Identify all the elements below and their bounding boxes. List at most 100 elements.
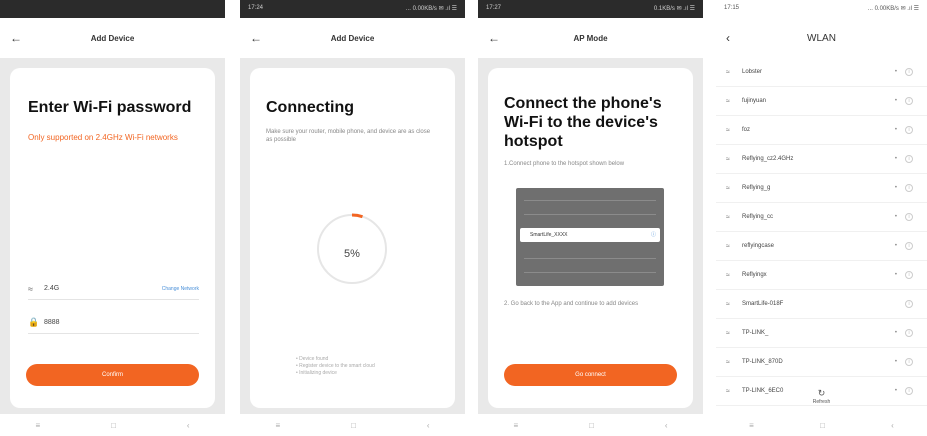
recent-apps-icon[interactable]: ≡ [35, 421, 40, 430]
wifi-signal-icon: ≈ [726, 329, 730, 337]
back-icon[interactable]: ‹ [187, 421, 190, 430]
card: Connecting Make sure your router, mobile… [250, 68, 455, 408]
lock-icon: 🔒 [28, 317, 40, 327]
wifi-network-row[interactable]: ≈ foz • i [716, 116, 927, 145]
info-icon[interactable]: i [905, 358, 913, 366]
home-icon[interactable]: □ [111, 421, 116, 430]
content-area: Enter Wi-Fi password Only supported on 2… [0, 58, 225, 414]
divider [524, 272, 656, 273]
info-icon[interactable]: i [905, 329, 913, 337]
recent-apps-icon[interactable]: ≡ [749, 421, 754, 430]
lock-icon: • [894, 359, 897, 365]
info-icon[interactable]: i [905, 97, 913, 105]
wifi-signal-icon: ≈ [726, 126, 730, 134]
wifi-network-list: ≈ Lobster • i ≈ fujinyuan • i ≈ foz • i ≈ Reflying_cz… [716, 58, 927, 406]
info-icon[interactable]: i [905, 126, 913, 134]
back-arrow-icon[interactable]: ← [488, 31, 500, 45]
wifi-network-row[interactable]: ≈ Lobster • i [716, 58, 927, 87]
home-icon[interactable]: □ [351, 421, 356, 430]
page-title: AP Mode [573, 33, 608, 43]
change-network-link[interactable]: Change Network [162, 286, 199, 292]
phone-screen-wifi-password: ← Add Device Enter Wi-Fi password Only s… [0, 0, 225, 436]
home-icon[interactable]: □ [820, 421, 825, 430]
wifi-signal-icon: ≈ [726, 358, 730, 366]
lock-icon: • [894, 243, 897, 249]
info-icon[interactable]: i [905, 242, 913, 250]
wifi-network-row[interactable]: ≈ fujinyuan • i [716, 87, 927, 116]
wifi-password-value: 8888 [44, 319, 60, 326]
step-item: • Device found [296, 356, 329, 362]
page-title: Add Device [90, 33, 135, 43]
confirm-button[interactable]: Confirm [26, 364, 199, 386]
refresh-button[interactable]: ↻ Refresh [716, 388, 927, 405]
step-two-text: 2. Go back to the App and continue to ad… [504, 301, 639, 307]
content-area: Connect the phone's Wi-Fi to the device'… [478, 58, 703, 414]
app-bar: ← Add Device [240, 18, 465, 58]
info-icon[interactable]: i [905, 213, 913, 221]
lock-icon: • [894, 185, 897, 191]
instruction-text: Make sure your router, mobile phone, and… [266, 129, 431, 143]
wifi-network-name: Reflying_cz2.4GHz [742, 156, 794, 162]
wifi-network-row[interactable]: ≈ Reflying_cz2.4GHz • i [716, 145, 927, 174]
wifi-network-name: Reflying_g [742, 185, 771, 191]
wifi-network-row[interactable]: ≈ Reflyingx • i [716, 261, 927, 290]
wifi-signal-icon: ≈ [726, 300, 730, 308]
heading: Connecting [266, 99, 354, 116]
wifi-network-name: TP-LINK_ [742, 330, 769, 336]
wifi-network-name: TP-LINK_870D [742, 359, 783, 365]
system-nav-bar: ≡ □ ‹ [716, 414, 927, 436]
wifi-network-row[interactable]: ≈ reflyingcase • i [716, 232, 927, 261]
wifi-network-name: Reflyingx [742, 272, 767, 278]
back-arrow-icon[interactable]: ← [10, 31, 22, 45]
wifi-network-row[interactable]: ≈ SmartLife-018F i [716, 290, 927, 319]
back-icon[interactable]: ‹ [427, 421, 430, 430]
wifi-network-field[interactable]: ≈ 2.4G Change Network [28, 278, 199, 300]
wifi-signal-icon: ≈ [726, 213, 730, 221]
info-icon[interactable]: i [905, 184, 913, 192]
back-icon[interactable]: ‹ [665, 421, 668, 430]
wifi-network-row[interactable]: ≈ TP-LINK_870D • i [716, 348, 927, 377]
info-icon[interactable]: i [905, 271, 913, 279]
recent-apps-icon[interactable]: ≡ [513, 421, 518, 430]
wifi-icon: ≈ [28, 283, 33, 294]
step-item: • Initializing device [296, 370, 337, 376]
status-bar: 17:15 ... 0.00KB/s ✉ .ıl ☰ [716, 0, 927, 18]
wifi-signal-icon: ≈ [726, 271, 730, 279]
lock-icon: • [894, 330, 897, 336]
info-icon[interactable]: i [905, 68, 913, 76]
wifi-network-row[interactable]: ≈ Reflying_g • i [716, 174, 927, 203]
system-nav-bar: ≡ □ ‹ [478, 414, 703, 436]
lock-icon: • [894, 98, 897, 104]
back-arrow-icon[interactable]: ← [250, 31, 262, 45]
divider [524, 214, 656, 215]
divider [524, 200, 656, 201]
phone-screen-ap-mode: 17:27 0.1KB/s ✉ .ıl ☰ ← AP Mode Connect … [478, 0, 703, 436]
go-connect-button[interactable]: Go connect [504, 364, 677, 386]
divider [524, 258, 656, 259]
back-icon[interactable]: ‹ [891, 421, 894, 430]
back-chevron-icon[interactable]: ‹ [726, 31, 730, 45]
progress-percent: 5% [344, 248, 360, 260]
connection-steps: • Device found • Register device to the … [296, 356, 375, 377]
status-time: 17:24 [248, 5, 264, 11]
hotspot-screenshot: SmartLife_XXXX ⓘ [516, 188, 664, 286]
wifi-network-name: Reflying_cc [742, 214, 774, 220]
wifi-network-row[interactable]: ≈ Reflying_cc • i [716, 203, 927, 232]
page-title: Add Device [330, 33, 375, 43]
home-icon[interactable]: □ [589, 421, 594, 430]
wifi-info-icon: ⓘ [650, 232, 656, 238]
wifi-network-row[interactable]: ≈ TP-LINK_ • i [716, 319, 927, 348]
wifi-signal-icon: ≈ [726, 97, 730, 105]
lock-icon: • [894, 214, 897, 220]
info-icon[interactable]: i [905, 155, 913, 163]
wifi-password-field[interactable]: 🔒 8888 [28, 312, 199, 334]
phone-screen-wlan: 17:15 ... 0.00KB/s ✉ .ıl ☰ ‹ WLAN ≈ Lobst… [716, 0, 927, 436]
heading: Enter Wi-Fi password [28, 99, 192, 116]
recent-apps-icon[interactable]: ≡ [275, 421, 280, 430]
hotspot-name: SmartLife_XXXX [530, 232, 568, 238]
wifi-signal-icon: ≈ [726, 184, 730, 192]
app-bar: ← AP Mode [478, 18, 703, 58]
step-item: • Register device to the smart cloud [296, 363, 375, 369]
app-bar: ← Add Device [0, 18, 225, 58]
info-icon[interactable]: i [905, 300, 913, 308]
